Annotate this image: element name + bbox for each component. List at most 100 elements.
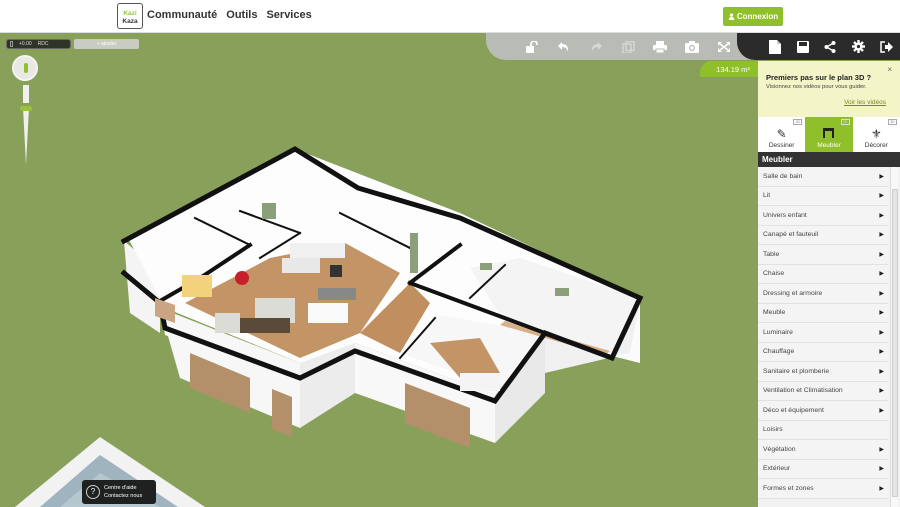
help-line-1: Centre d'aide (104, 485, 137, 491)
chevron-right-icon: ▶ (879, 173, 884, 180)
category-label: Luminaire (763, 328, 793, 336)
close-icon[interactable]: × (887, 65, 892, 74)
chevron-right-icon: ▶ (879, 232, 884, 239)
logo-bottom-text: Kaza (122, 18, 138, 25)
promo-link[interactable]: Voir les vidéos (844, 99, 886, 106)
category-item[interactable]: Canapé et fauteuil ▶ (758, 225, 888, 245)
copy-icon[interactable] (612, 40, 644, 53)
category-item[interactable]: Formes et zones ▶ (758, 479, 888, 499)
chevron-right-icon: ▶ (879, 193, 884, 200)
promo-title: Premiers pas sur le plan 3D ? (766, 73, 872, 82)
chevron-right-icon: ▶ (879, 388, 884, 395)
chevron-right-icon: ▶ (879, 212, 884, 219)
top-nav: Kazi Kaza Communauté Outils Services Con… (0, 0, 900, 33)
compass-control[interactable] (12, 55, 38, 81)
nav-link-services[interactable]: Services (266, 9, 311, 21)
scrollbar-thumb[interactable] (892, 189, 898, 497)
redo-icon[interactable] (580, 41, 612, 53)
category-item[interactable]: Chauffage ▶ (758, 342, 888, 362)
logo-top-text: Kazi (123, 10, 137, 17)
compass-needle-icon (24, 63, 28, 73)
category-label: Déco et équipement (763, 406, 824, 414)
level-icon (10, 41, 13, 47)
new-file-icon[interactable] (761, 39, 789, 54)
category-label: Sanitaire et plomberie (763, 367, 830, 375)
login-label: Connexion (736, 12, 779, 21)
category-label: Formes et zones (763, 484, 814, 492)
category-scrollbar[interactable] (890, 167, 898, 507)
category-item[interactable]: Ventilation et Climatisation ▶ (758, 381, 888, 401)
nav-link-outils[interactable]: Outils (226, 9, 257, 21)
zoom-slider[interactable] (21, 85, 31, 165)
nav-links: Communauté Outils Services (147, 9, 312, 21)
chevron-right-icon: ▶ (879, 310, 884, 317)
category-list: Salle de bain ▶ Lit ▶ Univers enfant ▶ Canapé … (758, 167, 888, 499)
tab-label: Meubler (817, 142, 841, 149)
category-label: Végétation (763, 445, 796, 453)
view-toolbar (486, 33, 776, 60)
level-name: RDC (37, 41, 49, 47)
chevron-right-icon: ▶ (879, 349, 884, 356)
chevron-right-icon: ▶ (879, 485, 884, 492)
unlock-icon[interactable] (516, 40, 548, 53)
chevron-right-icon: ▶ (879, 329, 884, 336)
category-item[interactable]: Table ▶ (758, 245, 888, 265)
level-selector[interactable]: +0.00 RDC (6, 39, 71, 49)
category-item[interactable]: Chaise ▶ (758, 264, 888, 284)
category-item[interactable]: Luminaire ▶ (758, 323, 888, 343)
tab-dessiner[interactable]: 2D ✎ Dessiner (758, 117, 805, 152)
3d-viewport[interactable]: +0.00 RDC + ajouter ? Centre d'aide Cont… (0, 33, 758, 507)
fleur-de-lis-icon: ⚜ (870, 127, 882, 141)
chevron-right-icon: ▶ (879, 271, 884, 278)
chevron-right-icon: ▶ (879, 251, 884, 258)
login-button[interactable]: Connexion (723, 7, 783, 26)
category-label: Extérieur (763, 465, 791, 473)
nav-link-communaute[interactable]: Communauté (147, 9, 217, 21)
chevron-right-icon: ▶ (879, 290, 884, 297)
category-item[interactable]: Végétation ▶ (758, 440, 888, 460)
area-badge: 134.19 m² (700, 61, 760, 77)
category-item[interactable]: Meuble ▶ (758, 303, 888, 323)
mode-tabs: 2D ✎ Dessiner 3D Meubler 3D ⚜ Décorer (758, 117, 900, 152)
tab-meubler[interactable]: 3D Meubler (805, 117, 853, 152)
user-icon (728, 13, 735, 20)
zoom-slider-handle[interactable] (20, 106, 32, 111)
add-level-button[interactable]: + ajouter (74, 39, 139, 49)
logout-icon[interactable] (872, 40, 900, 53)
chevron-right-icon: ▶ (879, 466, 884, 473)
chevron-right-icon: ▶ (879, 368, 884, 375)
chevron-right-icon: ▶ (879, 407, 884, 414)
category-label: Lit (763, 192, 771, 200)
category-item[interactable]: Déco et équipement ▶ (758, 401, 888, 421)
category-item[interactable]: Loisirs (758, 420, 888, 440)
category-item[interactable]: Univers enfant ▶ (758, 206, 888, 226)
category-item[interactable]: Lit ▶ (758, 186, 888, 206)
house-3d-render[interactable] (0, 33, 758, 507)
fullscreen-icon[interactable] (708, 41, 740, 53)
category-label: Ventilation et Climatisation (763, 387, 843, 395)
category-item[interactable]: Salle de bain ▶ (758, 167, 888, 187)
settings-icon[interactable] (844, 40, 872, 53)
promo-subtitle: Visionnez nos vidéos pour vous guider. (766, 84, 867, 90)
tab-label: Décorer (864, 142, 888, 149)
category-item[interactable]: Extérieur ▶ (758, 459, 888, 479)
category-item[interactable]: Dressing et armoire ▶ (758, 284, 888, 304)
mode-badge: 3D (887, 119, 897, 125)
level-value: +0.00 (19, 41, 32, 47)
category-label: Loisirs (763, 426, 783, 434)
logo[interactable]: Kazi Kaza (117, 3, 143, 29)
promo-box: × Premiers pas sur le plan 3D ? Visionne… (758, 61, 900, 117)
category-label: Salle de bain (763, 172, 803, 180)
undo-icon[interactable] (548, 41, 580, 53)
category-item[interactable]: Sanitaire et plomberie ▶ (758, 362, 888, 382)
category-label: Chauffage (763, 348, 795, 356)
help-center-button[interactable]: ? Centre d'aide Contactez nous (82, 480, 156, 504)
camera-icon[interactable] (676, 40, 708, 53)
pencil-icon: ✎ (776, 127, 787, 141)
tab-decorer[interactable]: 3D ⚜ Décorer (853, 117, 900, 152)
save-icon[interactable] (789, 40, 817, 53)
category-label: Table (763, 250, 780, 258)
share-icon[interactable] (817, 40, 845, 53)
category-label: Canapé et fauteuil (763, 231, 819, 239)
print-icon[interactable] (644, 40, 676, 53)
